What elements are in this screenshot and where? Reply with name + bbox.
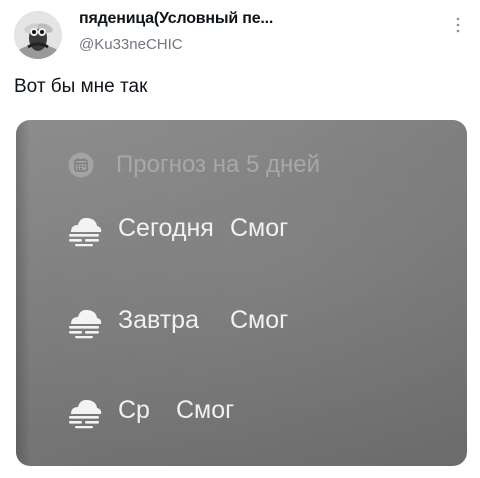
- image-shadow: [16, 120, 30, 466]
- forecast-condition: Смог: [176, 396, 235, 424]
- tweet-card: пяденица(Условный пе... @Ku33neCHIC Вот …: [0, 0, 480, 478]
- author-name[interactable]: пяденица(Условный пе...: [79, 10, 273, 28]
- author-handle[interactable]: @Ku33neCHIC: [79, 36, 183, 53]
- fog-icon: [69, 399, 102, 429]
- more-vertical-icon: [456, 17, 460, 33]
- forecast-day: Ср: [118, 396, 150, 424]
- avatar-image: [14, 11, 62, 59]
- forecast-condition: Смог: [230, 214, 289, 242]
- forecast-day: Сегодня: [118, 214, 214, 242]
- forecast-day: Завтра: [118, 306, 199, 334]
- forecast-title: Прогноз на 5 дней: [116, 151, 320, 178]
- fog-icon: [69, 217, 102, 247]
- forecast-condition: Смог: [230, 306, 289, 334]
- calendar-icon: [68, 152, 94, 178]
- fog-icon: [69, 309, 102, 339]
- tweet-text: Вот бы мне так: [14, 76, 148, 97]
- more-options-button[interactable]: [448, 14, 468, 36]
- tweet-image[interactable]: Прогноз на 5 дней Сегодня Смог Завтра См…: [16, 120, 467, 466]
- avatar[interactable]: [14, 11, 62, 59]
